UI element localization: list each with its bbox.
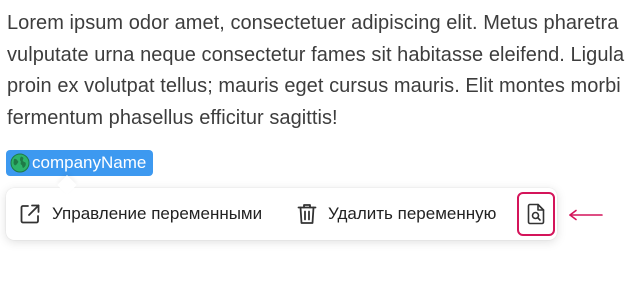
editor-paragraph[interactable]: Lorem ipsum odor amet, consectetuer adip… [7,8,627,134]
variable-popup-toolbar: Управление переменными Удалить переменну… [6,188,557,240]
paragraph-line: proin ex volutpat tellus; mauris eget cu… [7,75,621,97]
file-search-icon [526,203,546,225]
external-link-icon [18,202,42,226]
editor-page: Lorem ipsum odor amet, consectetuer adip… [0,0,627,298]
globe-icon [10,153,30,173]
paragraph-line: Lorem ipsum odor amet, consectetuer adip… [7,12,619,34]
paragraph-line: vulputate urna neque consectetur fames s… [7,43,625,66]
variable-chip[interactable]: companyName [6,150,154,176]
trash-icon [296,202,318,226]
manage-variables-button[interactable]: Управление переменными [18,188,262,240]
preview-variable-button[interactable] [517,192,555,236]
paragraph-line: fermentum phasellus efficitur sagittis! [7,106,338,129]
left-arrow-icon [568,207,604,223]
delete-variable-button[interactable]: Удалить переменную [296,188,496,240]
delete-variable-label: Удалить переменную [328,204,497,223]
manage-variables-label: Управление переменными [52,204,263,223]
variable-chip-label: companyName [32,153,147,172]
